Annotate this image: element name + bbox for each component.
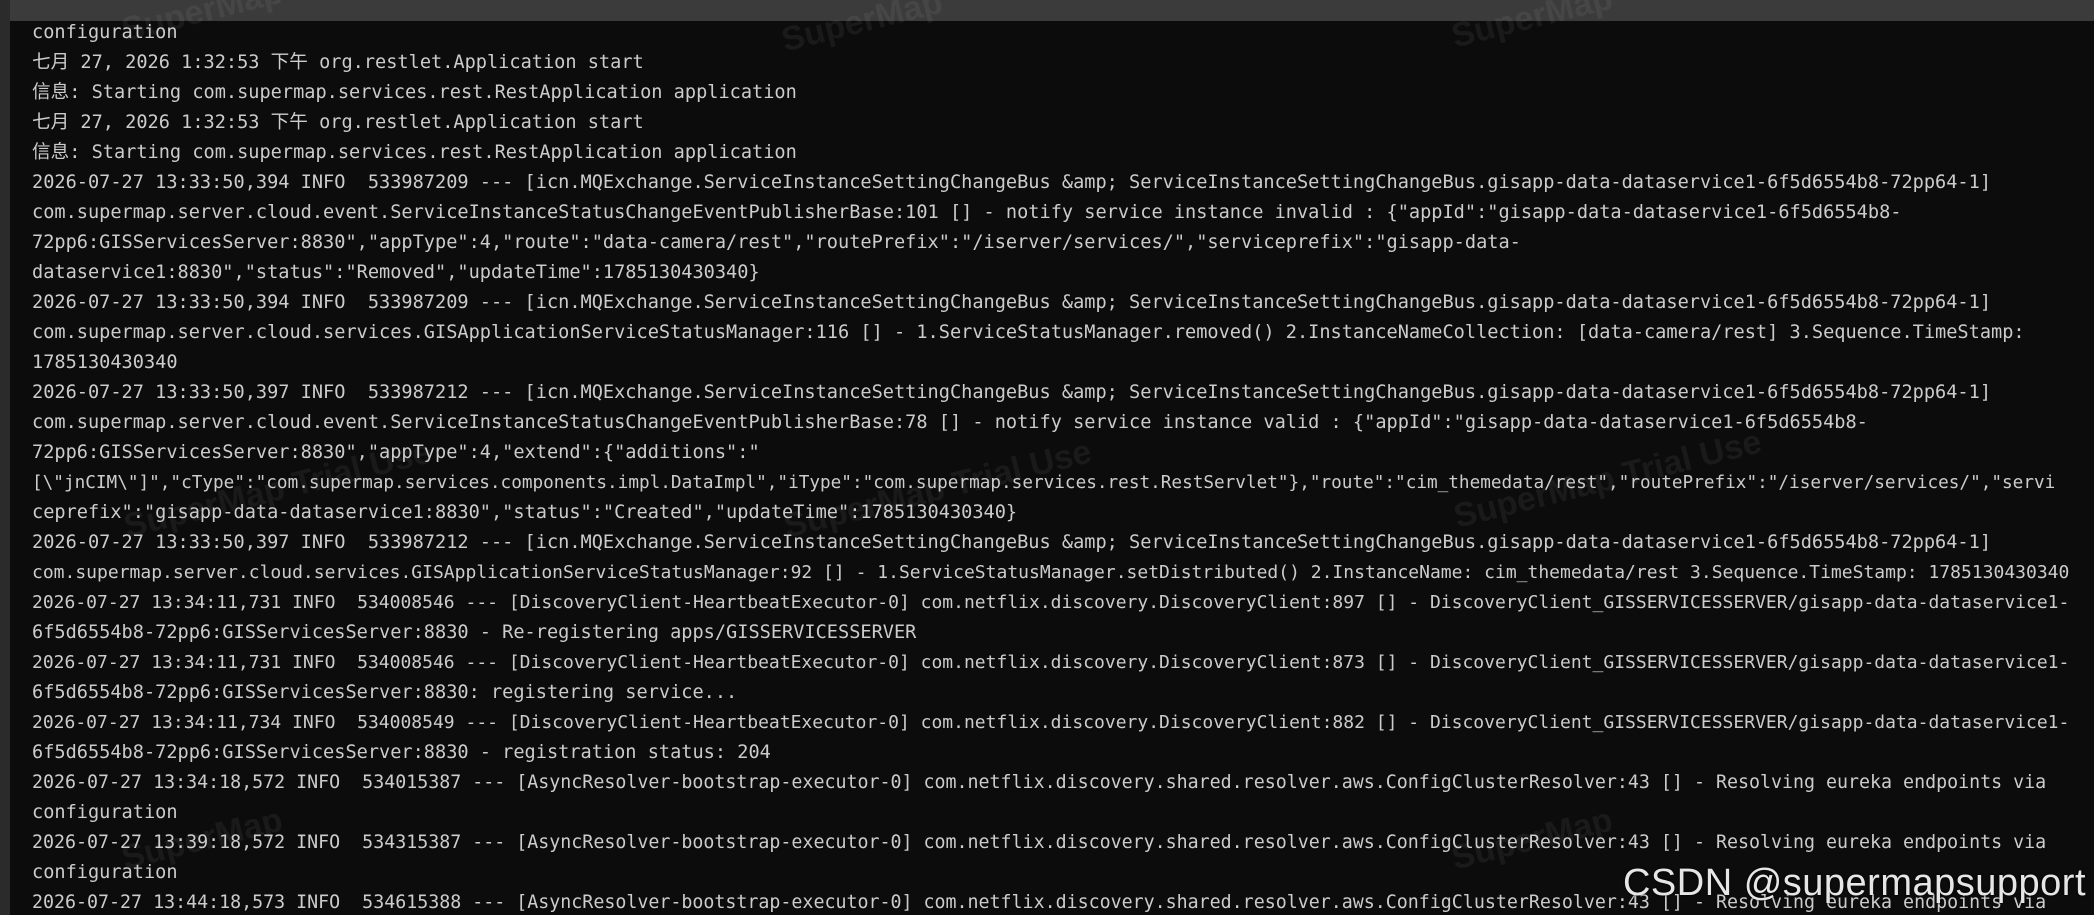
- log-line: 1785130430340: [32, 352, 178, 373]
- log-line: 2026-07-27 13:34:11,731 INFO 534008546 -…: [32, 652, 2070, 673]
- log-line: 72pp6:GISServicesServer:8830","appType":…: [32, 442, 760, 463]
- log-line: 2026-07-27 13:39:18,572 INFO 534315387 -…: [32, 832, 2047, 853]
- log-line: 信息: Starting com.supermap.services.rest.…: [32, 142, 797, 163]
- log-line: 七月 27, 2026 1:32:53 下午 org.restlet.Appli…: [32, 112, 644, 133]
- log-line: 2026-07-27 13:33:50,394 INFO 533987209 -…: [32, 292, 1992, 313]
- log-line: 2026-07-27 13:34:18,572 INFO 534015387 -…: [32, 772, 2047, 793]
- log-line: configuration: [32, 22, 178, 43]
- window-left-border: [0, 0, 10, 915]
- log-line: 6f5d6554b8-72pp6:GISServicesServer:8830 …: [32, 742, 771, 763]
- log-line: com.supermap.server.cloud.services.GISAp…: [32, 562, 2070, 583]
- log-line: configuration: [32, 802, 178, 823]
- log-line: 72pp6:GISServicesServer:8830","appType":…: [32, 232, 1521, 253]
- log-line: 2026-07-27 13:34:11,734 INFO 534008549 -…: [32, 712, 2070, 733]
- log-line: 2026-07-27 13:33:50,397 INFO 533987212 -…: [32, 382, 1992, 403]
- console-output[interactable]: configuration 七月 27, 2026 1:32:53 下午 org…: [32, 18, 2077, 915]
- console-window: { "watermarks": ["SuperMap", "SuperMap",…: [0, 0, 2094, 915]
- log-line: 6f5d6554b8-72pp6:GISServicesServer:8830 …: [32, 622, 917, 643]
- log-line: 信息: Starting com.supermap.services.rest.…: [32, 82, 797, 103]
- author-credit: CSDN @supermapsupport: [1622, 862, 2086, 904]
- log-line: 2026-07-27 13:33:50,397 INFO 533987212 -…: [32, 532, 1992, 553]
- log-line: 2026-07-27 13:34:11,731 INFO 534008546 -…: [32, 592, 2070, 613]
- log-line: ceprefix":"gisapp-data-dataservice1:8830…: [32, 502, 1018, 523]
- log-line: com.supermap.server.cloud.services.GISAp…: [32, 322, 2025, 343]
- log-line: 6f5d6554b8-72pp6:GISServicesServer:8830:…: [32, 682, 738, 703]
- log-line: dataservice1:8830","status":"Removed","u…: [32, 262, 760, 283]
- log-line: com.supermap.server.cloud.event.ServiceI…: [32, 412, 1868, 433]
- log-line: 七月 27, 2026 1:32:53 下午 org.restlet.Appli…: [32, 52, 644, 73]
- log-line: com.supermap.server.cloud.event.ServiceI…: [32, 202, 1902, 223]
- log-line: 2026-07-27 13:33:50,394 INFO 533987209 -…: [32, 172, 1992, 193]
- log-line: [\"jnCIM\"]","cType":"com.supermap.servi…: [32, 473, 2056, 493]
